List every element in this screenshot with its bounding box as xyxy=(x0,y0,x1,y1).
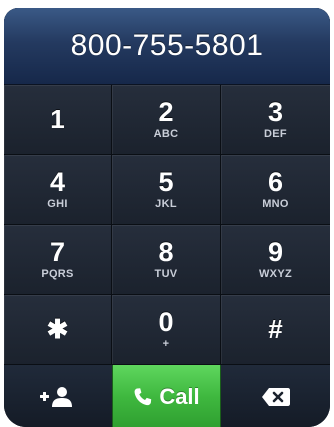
key-0[interactable]: 0 + xyxy=(112,295,221,365)
key-digit: 7 xyxy=(49,237,66,267)
call-button[interactable]: Call xyxy=(112,365,221,427)
add-contact-icon xyxy=(40,386,72,407)
key-digit: 3 xyxy=(267,97,284,127)
key-digit: ✱ xyxy=(46,314,69,344)
key-digit: 5 xyxy=(158,167,174,197)
key-hash[interactable]: # xyxy=(221,295,330,365)
key-8[interactable]: 8 TUV xyxy=(112,225,221,295)
key-digit: 0 xyxy=(158,307,174,337)
key-letters: TUV xyxy=(154,268,178,280)
key-digit: 2 xyxy=(158,97,174,127)
key-letters: MNO xyxy=(262,198,289,210)
key-letters: GHI xyxy=(47,198,68,210)
key-7[interactable]: 7 PQRS xyxy=(4,225,112,295)
key-letters: ABC xyxy=(153,128,179,140)
key-digit: 6 xyxy=(267,167,284,197)
key-digit: 1 xyxy=(50,104,65,134)
key-9[interactable]: 9 WXYZ xyxy=(221,225,330,295)
key-star[interactable]: ✱ xyxy=(4,295,112,365)
key-6[interactable]: 6 MNO xyxy=(221,155,330,225)
key-3[interactable]: 3 DEF xyxy=(221,85,330,155)
phone-dialer: 800-755-5801 1 2 ABC 3 DEF 4 GHI 5 JKL 6… xyxy=(4,8,330,427)
number-display: 800-755-5801 xyxy=(4,8,330,85)
key-digit: 4 xyxy=(49,167,66,197)
key-letters: + xyxy=(162,338,170,350)
key-2[interactable]: 2 ABC xyxy=(112,85,221,155)
key-1[interactable]: 1 xyxy=(4,85,112,155)
key-digit: # xyxy=(268,314,283,344)
key-4[interactable]: 4 GHI xyxy=(4,155,112,225)
delete-button[interactable] xyxy=(221,365,330,427)
key-letters: WXYZ xyxy=(259,268,292,280)
key-5[interactable]: 5 JKL xyxy=(112,155,221,225)
call-label: Call xyxy=(159,383,200,409)
key-digit: 8 xyxy=(158,237,174,267)
phone-icon xyxy=(134,387,152,405)
key-letters: DEF xyxy=(264,128,287,140)
key-letters: PQRS xyxy=(41,268,74,280)
dialed-number: 800-755-5801 xyxy=(70,29,264,62)
key-letters: JKL xyxy=(155,198,177,210)
key-digit: 9 xyxy=(267,237,284,267)
action-bar: Call xyxy=(4,365,330,427)
keypad: 1 2 ABC 3 DEF 4 GHI 5 JKL 6 MNO 7 PQRS 8… xyxy=(4,85,330,365)
backspace-icon xyxy=(261,387,290,406)
add-contact-button[interactable] xyxy=(4,365,112,427)
